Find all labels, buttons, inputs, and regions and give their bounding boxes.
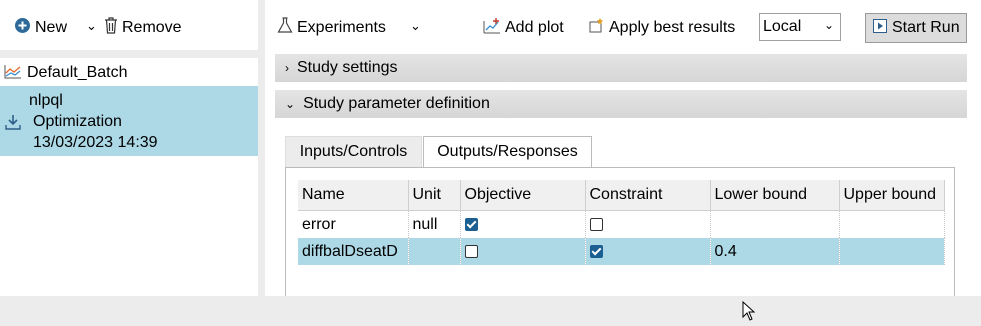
apply-best-results-button[interactable]: Apply best results (588, 17, 735, 39)
location-select[interactable]: Local ⌄ (759, 13, 841, 41)
table-row[interactable]: diffbalDseatD 0.4 (298, 238, 945, 265)
cell-upper-bound[interactable] (839, 238, 945, 265)
start-run-label: Start Run (892, 19, 960, 36)
chart-icon (4, 63, 22, 84)
cell-objective (460, 210, 586, 238)
experiments-label: Experiments (297, 19, 386, 36)
select-chevron-icon: ⌄ (823, 18, 834, 32)
study-settings-section[interactable]: › Study settings (275, 54, 967, 82)
remove-label: Remove (122, 19, 182, 36)
column-header[interactable]: Lower bound (710, 180, 840, 211)
flask-icon (277, 17, 293, 39)
objective-checkbox[interactable] (464, 217, 478, 231)
apply-best-label: Apply best results (609, 19, 736, 36)
column-header[interactable]: Constraint (585, 180, 711, 211)
column-header[interactable]: Objective (460, 180, 586, 211)
column-header[interactable]: Name (298, 180, 409, 211)
add-plot-label: Add plot (505, 19, 564, 36)
tab-inputs-label: Inputs/Controls (299, 143, 408, 160)
mouse-cursor-icon (742, 300, 756, 326)
batch-label: Default_Batch (27, 64, 128, 81)
apply-best-icon (588, 17, 605, 39)
outputs-tab-panel: Name Unit Objective Constraint Lower bou… (285, 167, 955, 321)
responses-table: Name Unit Objective Constraint Lower bou… (298, 180, 945, 265)
cell-unit[interactable]: null (408, 210, 461, 238)
column-header[interactable]: Upper bound (839, 180, 945, 211)
study-list: Default_Batch nlpql Optimization 13/03/2… (0, 58, 258, 296)
experiments-dropdown-chevron-icon[interactable]: ⌄ (410, 18, 421, 34)
tab-outputs-label: Outputs/Responses (437, 143, 578, 160)
add-circle-icon (14, 17, 31, 39)
column-header[interactable]: Unit (408, 180, 461, 211)
tab-inputs-controls[interactable]: Inputs/Controls (285, 136, 422, 167)
study-type: Optimization (33, 113, 122, 130)
experiments-button[interactable]: Experiments (277, 17, 386, 39)
parameter-definition-section[interactable]: ⌄ Study parameter definition (275, 90, 967, 118)
study-toolbar: Experiments ⌄ Add plot Apply best result… (265, 0, 981, 50)
location-value: Local (763, 18, 802, 35)
study-editor: › Study settings ⌄ Study parameter defin… (265, 50, 981, 321)
table-row[interactable]: error null (298, 210, 945, 238)
constraint-checkbox[interactable] (589, 217, 603, 231)
constraint-checkbox[interactable] (589, 244, 603, 258)
optimization-icon (4, 113, 22, 136)
cell-constraint (585, 238, 711, 265)
study-date: 13/03/2023 14:39 (33, 134, 158, 151)
cell-objective (460, 238, 586, 265)
start-run-button[interactable]: Start Run (865, 13, 967, 43)
cell-name[interactable]: error (298, 210, 409, 238)
remove-button[interactable]: Remove (104, 17, 182, 39)
table-header-row: Name Unit Objective Constraint Lower bou… (298, 180, 945, 211)
cell-lower-bound[interactable]: 0.4 (710, 238, 840, 265)
cell-upper-bound[interactable] (839, 210, 945, 238)
new-button[interactable]: New (14, 17, 67, 39)
study-settings-title: Study settings (297, 59, 398, 76)
chevron-right-icon: › (285, 61, 289, 75)
cell-name[interactable]: diffbalDseatD (298, 238, 409, 265)
chevron-down-icon: ⌄ (285, 97, 296, 111)
add-plot-icon (483, 17, 501, 39)
left-toolbar: New ⌄ Remove (0, 0, 258, 50)
add-plot-button[interactable]: Add plot (483, 17, 564, 39)
objective-checkbox[interactable] (464, 244, 478, 258)
trash-icon (104, 17, 118, 39)
study-item-selected[interactable]: nlpql Optimization 13/03/2023 14:39 (0, 86, 258, 156)
parameter-definition-title: Study parameter definition (303, 95, 490, 112)
study-name: nlpql (29, 92, 63, 109)
cell-unit[interactable] (408, 238, 461, 265)
cell-lower-bound[interactable] (710, 210, 840, 238)
cell-constraint (585, 210, 711, 238)
new-dropdown-chevron-icon[interactable]: ⌄ (86, 18, 97, 34)
batch-item[interactable]: Default_Batch (4, 62, 128, 84)
play-icon (873, 18, 887, 38)
tab-outputs-responses[interactable]: Outputs/Responses (423, 136, 592, 167)
new-label: New (35, 19, 68, 36)
